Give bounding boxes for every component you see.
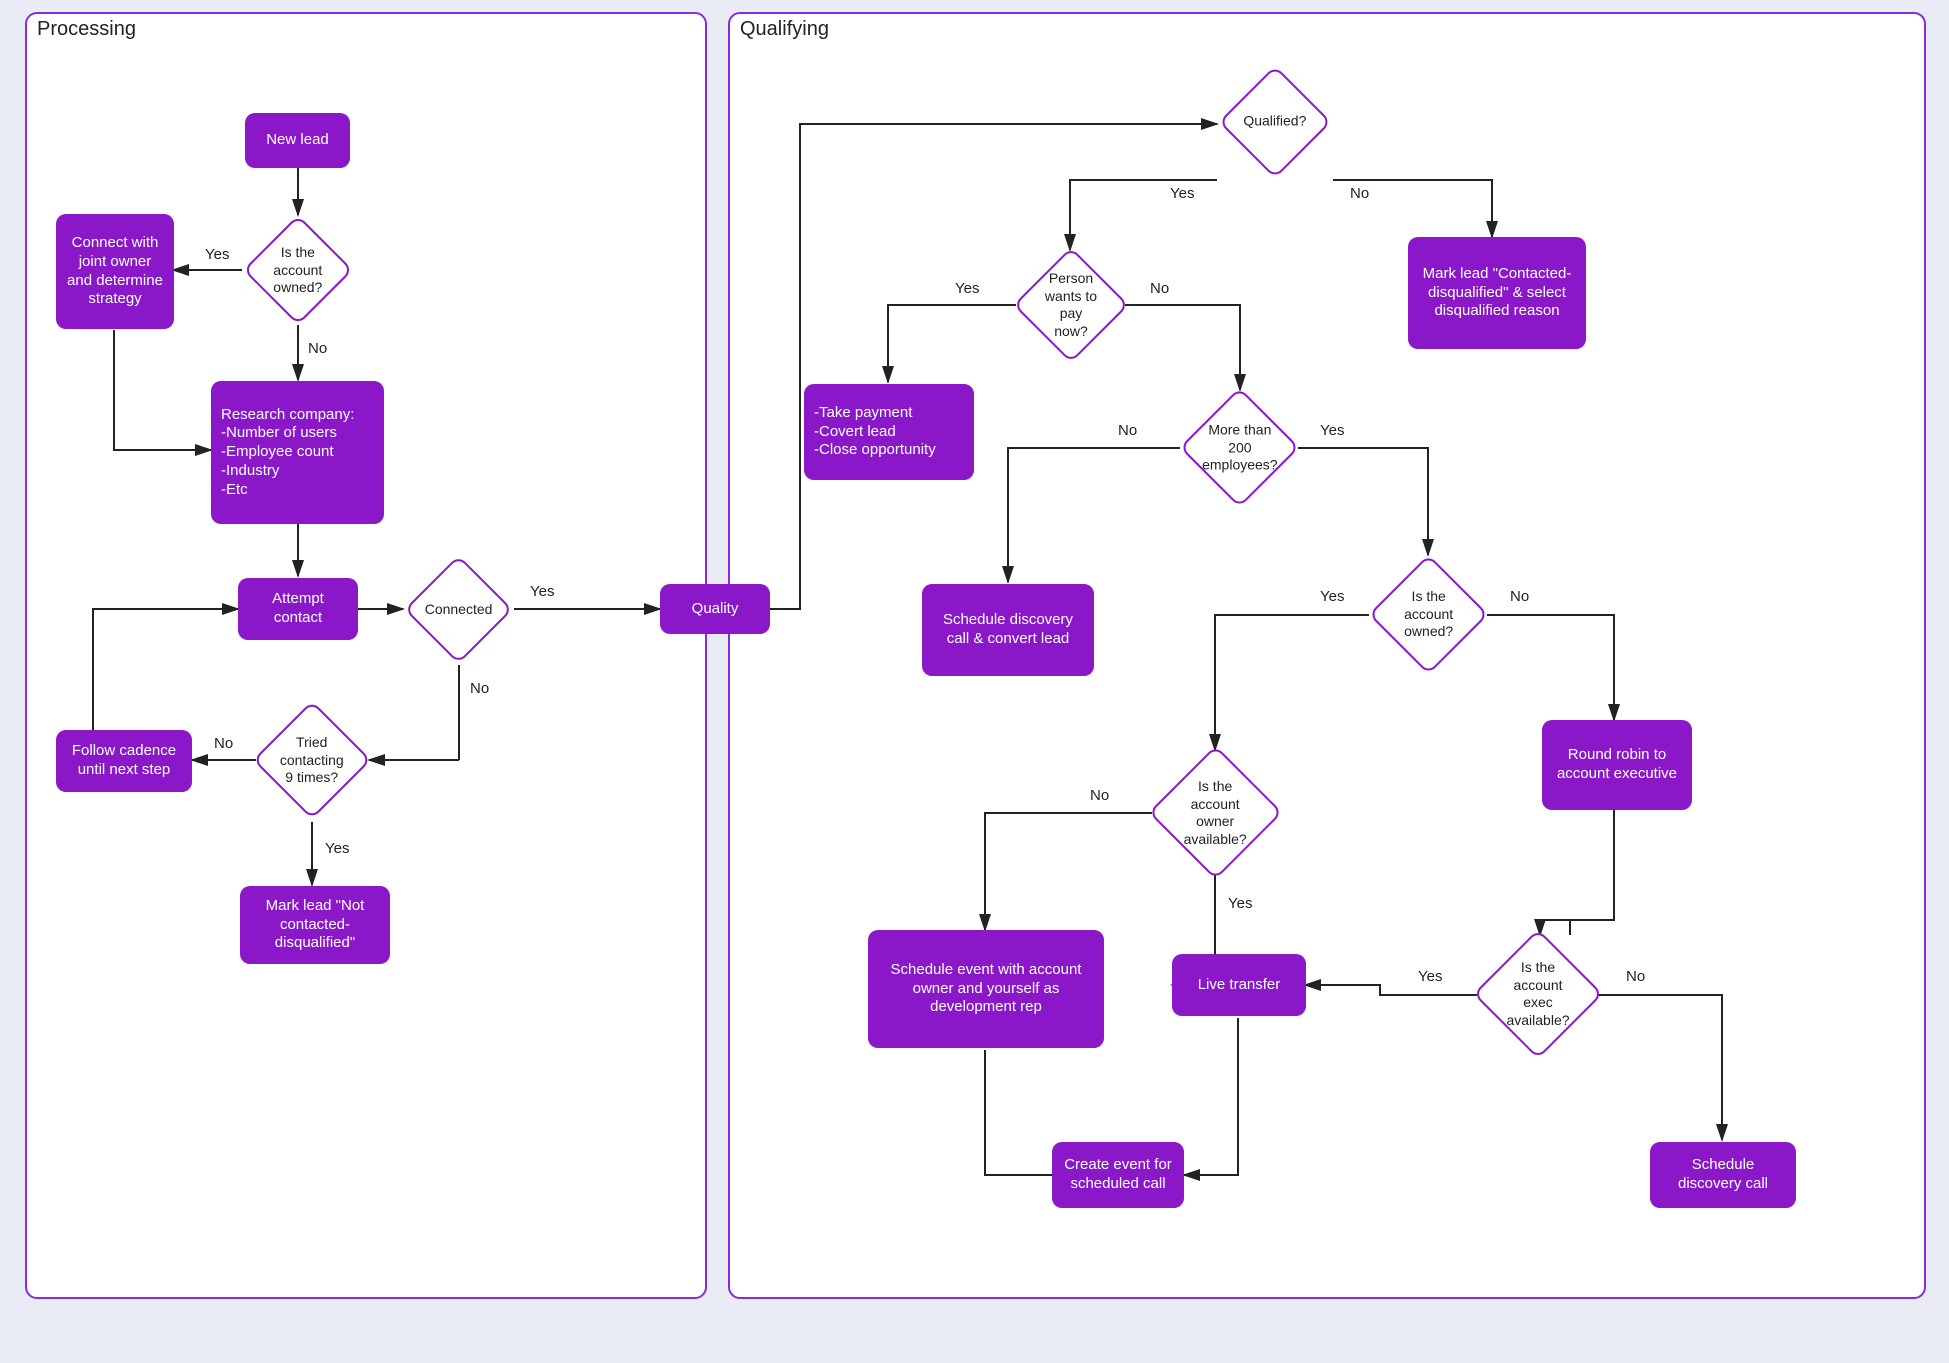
no-label-3: No: [214, 735, 233, 752]
attempt-contact-label: Attempt contact: [248, 590, 348, 628]
no-label-7: No: [1510, 588, 1529, 605]
yes-label-6: Yes: [1320, 422, 1344, 439]
take-payment-label: -Take payment -Covert lead -Close opport…: [814, 404, 936, 460]
live-transfer-node: Live transfer: [1172, 954, 1306, 1016]
schedule-event-owner-label: Schedule event with account owner and yo…: [878, 961, 1094, 1017]
no-label-4: No: [1350, 185, 1369, 202]
attempt-contact-node: Attempt contact: [238, 578, 358, 640]
qualifying-panel: Qualifying: [728, 12, 1926, 1299]
yes-label-9: Yes: [1418, 968, 1442, 985]
yes-label-2: Yes: [530, 583, 554, 600]
create-event-node: Create event for scheduled call: [1052, 1142, 1184, 1208]
schedule-discovery-label: Schedule discovery call: [1660, 1156, 1786, 1194]
no-label-9: No: [1626, 968, 1645, 985]
research-company-node: Research company: -Number of users -Empl…: [211, 381, 384, 524]
round-robin-label: Round robin to account executive: [1552, 746, 1682, 784]
yes-label-8: Yes: [1228, 895, 1252, 912]
is-account-owned-label: Is the account owned?: [271, 244, 325, 297]
schedule-discovery-convert-label: Schedule discovery call & convert lead: [932, 611, 1084, 649]
research-company-label: Research company: -Number of users -Empl…: [221, 406, 354, 500]
pay-now-label: Person wants to pay now?: [1042, 270, 1100, 340]
no-label-8: No: [1090, 787, 1109, 804]
quality-node: Quality: [660, 584, 770, 634]
yes-label: Yes: [205, 246, 229, 263]
quality-label: Quality: [692, 600, 739, 619]
owner-available-label: Is the account owner available?: [1180, 778, 1251, 848]
no-label: No: [308, 340, 327, 357]
round-robin-node: Round robin to account executive: [1542, 720, 1692, 810]
no-label-6: No: [1118, 422, 1137, 439]
qualified-label: Qualified?: [1243, 113, 1306, 131]
live-transfer-label: Live transfer: [1198, 976, 1281, 995]
yes-label-3: Yes: [325, 840, 349, 857]
more-200-label: More than 200 employees?: [1202, 421, 1278, 474]
processing-panel-title: Processing: [37, 18, 136, 41]
follow-cadence-label: Follow cadence until next step: [66, 742, 182, 780]
account-owned-2-label: Is the account owned?: [1398, 588, 1459, 641]
tried-9-label: Tried contacting 9 times?: [280, 734, 344, 787]
yes-label-4: Yes: [1170, 185, 1194, 202]
new-lead-node: New lead: [245, 113, 350, 168]
new-lead-label: New lead: [266, 131, 329, 150]
mark-disqualified-label: Mark lead "Contacted-disqualified" & sel…: [1418, 265, 1576, 321]
schedule-event-owner-node: Schedule event with account owner and yo…: [868, 930, 1104, 1048]
schedule-discovery-node: Schedule discovery call: [1650, 1142, 1796, 1208]
connect-joint-node: Connect with joint owner and determine s…: [56, 214, 174, 329]
qualifying-panel-title: Qualifying: [740, 18, 829, 41]
mark-disqualified-node: Mark lead "Contacted-disqualified" & sel…: [1408, 237, 1586, 349]
yes-label-5: Yes: [955, 280, 979, 297]
follow-cadence-node: Follow cadence until next step: [56, 730, 192, 792]
mark-not-contacted-label: Mark lead "Not contacted-disqualified": [250, 897, 380, 953]
take-payment-node: -Take payment -Covert lead -Close opport…: [804, 384, 974, 480]
create-event-label: Create event for scheduled call: [1062, 1156, 1174, 1194]
exec-available-label: Is the account exec available?: [1504, 959, 1572, 1029]
connected-label: Connected: [425, 601, 493, 619]
schedule-discovery-convert-node: Schedule discovery call & convert lead: [922, 584, 1094, 676]
processing-panel: Processing: [25, 12, 707, 1299]
connect-joint-label: Connect with joint owner and determine s…: [66, 234, 164, 309]
no-label-5: No: [1150, 280, 1169, 297]
yes-label-7: Yes: [1320, 588, 1344, 605]
no-label-2: No: [470, 680, 489, 697]
mark-not-contacted-node: Mark lead "Not contacted-disqualified": [240, 886, 390, 964]
